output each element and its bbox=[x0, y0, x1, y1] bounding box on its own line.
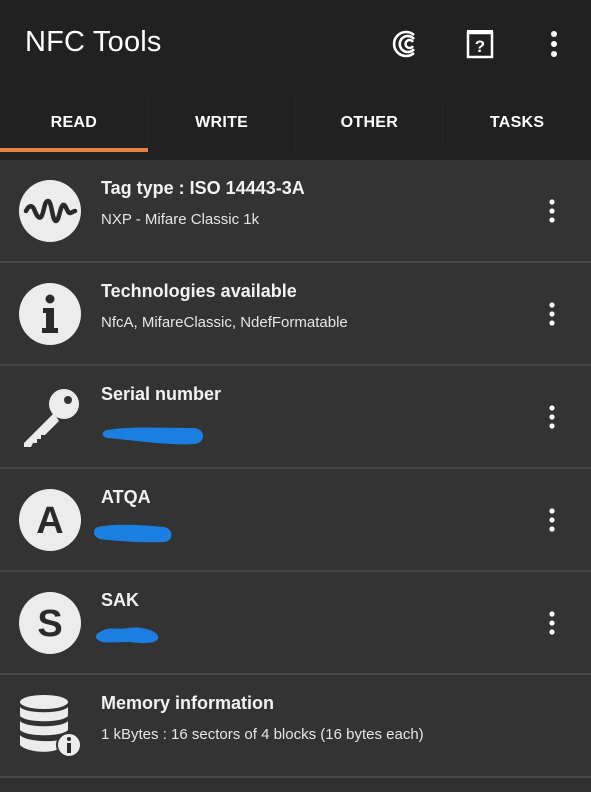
tab-other[interactable]: OTHER bbox=[296, 88, 444, 160]
svg-text:S: S bbox=[37, 603, 62, 645]
svg-text:A: A bbox=[36, 500, 63, 542]
key-icon bbox=[18, 385, 82, 449]
tab-write[interactable]: WRITE bbox=[148, 88, 296, 160]
list-item-memory-information[interactable]: Memory information 1 kBytes : 16 sectors… bbox=[0, 675, 591, 778]
app-bar: NFC Tools ? bbox=[0, 0, 591, 88]
list-item-serial-number[interactable]: Serial number bbox=[0, 366, 591, 469]
tab-read-label: READ bbox=[50, 114, 98, 131]
tab-other-label: OTHER bbox=[340, 114, 399, 131]
row-more-icon[interactable] bbox=[538, 299, 566, 329]
info-icon bbox=[18, 282, 82, 346]
row-more-icon[interactable] bbox=[538, 505, 566, 535]
row-title: Memory information bbox=[101, 693, 275, 713]
row-title: Serial number bbox=[101, 384, 222, 404]
more-vert-icon[interactable] bbox=[532, 22, 576, 66]
tag-info-list: Tag type : ISO 14443-3A NXP - Mifare Cla… bbox=[0, 160, 591, 778]
row-more-icon[interactable] bbox=[538, 196, 566, 226]
row-title: Tag type : ISO 14443-3A bbox=[101, 178, 305, 198]
list-item-sak[interactable]: S SAK bbox=[0, 572, 591, 675]
row-more-icon[interactable] bbox=[538, 608, 566, 638]
row-subtitle: 1 kBytes : 16 sectors of 4 blocks (16 by… bbox=[101, 726, 424, 743]
tab-tasks[interactable]: TASKS bbox=[443, 88, 591, 160]
list-item-tag-type[interactable]: Tag type : ISO 14443-3A NXP - Mifare Cla… bbox=[0, 160, 591, 263]
row-more-icon[interactable] bbox=[538, 402, 566, 432]
row-title: ATQA bbox=[101, 487, 151, 507]
tab-write-label: WRITE bbox=[195, 114, 249, 131]
redaction-mark bbox=[94, 524, 172, 543]
list-item-atqa[interactable]: A ATQA bbox=[0, 469, 591, 572]
selected-tab-indicator bbox=[0, 148, 148, 152]
letter-a-icon: A bbox=[18, 488, 82, 552]
tab-bar: READ WRITE OTHER TASKS bbox=[0, 88, 591, 160]
svg-text:?: ? bbox=[475, 37, 485, 56]
redaction-mark bbox=[95, 627, 159, 644]
list-item-technologies[interactable]: Technologies available NfcA, MifareClass… bbox=[0, 263, 591, 366]
redaction-mark bbox=[102, 427, 204, 445]
row-subtitle: NfcA, MifareClassic, NdefFormatable bbox=[101, 314, 348, 331]
row-subtitle: NXP - Mifare Classic 1k bbox=[101, 211, 260, 228]
app-title: NFC Tools bbox=[25, 26, 162, 58]
coin-icon[interactable] bbox=[383, 22, 427, 66]
letter-s-icon: S bbox=[18, 591, 82, 655]
tab-tasks-label: TASKS bbox=[489, 114, 545, 131]
row-title: SAK bbox=[101, 590, 140, 610]
help-book-icon[interactable]: ? bbox=[458, 22, 502, 66]
waveform-icon bbox=[18, 179, 82, 243]
database-info-icon bbox=[18, 694, 82, 758]
tab-read[interactable]: READ bbox=[0, 88, 148, 160]
row-title: Technologies available bbox=[101, 281, 297, 301]
